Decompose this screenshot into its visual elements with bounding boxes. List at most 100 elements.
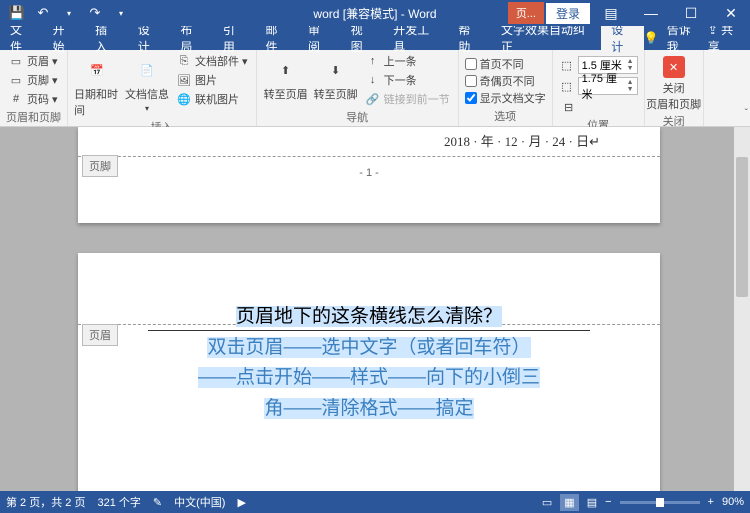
ribbon-display-icon[interactable]: ▤ <box>592 0 630 26</box>
group-insert: 📅日期和时间 📄文档信息▾ ⎘文档部件 ▾ 🖼图片 🌐联机图片 插入 <box>68 50 257 126</box>
read-mode-icon[interactable]: ▭ <box>542 496 552 509</box>
zoom-in-button[interactable]: + <box>708 496 714 508</box>
contextual-tab-header: 页... <box>508 2 544 24</box>
print-layout-icon[interactable]: ▦ <box>560 494 578 511</box>
header-margin-icon: ⬚ <box>559 57 575 73</box>
goto-footer-button[interactable]: ⬇转至页脚 <box>313 52 359 102</box>
group-label: 选项 <box>465 107 546 126</box>
tab-design[interactable]: 设计 <box>128 26 171 50</box>
titlebar: 💾 ↶ ▾ ↷ ▾ word [兼容模式] - Word 页... 登录 ▤ —… <box>0 0 750 26</box>
page-1: 2018 · 年 · 12 · 月 · 24 · 日↵ 页脚 - 1 - <box>78 127 660 223</box>
tab-layout[interactable]: 布局 <box>170 26 213 50</box>
docparts-icon: ⎘ <box>176 53 192 69</box>
statusbar: 第 2 页，共 2 页 321 个字 ✎ 中文(中国) ▶ ▭ ▦ ▤ − + … <box>0 491 750 513</box>
undo-dropdown-icon[interactable]: ▾ <box>58 2 80 24</box>
save-icon[interactable]: 💾 <box>6 2 28 24</box>
tab-texteffect[interactable]: 文字效果自动纠正 <box>491 26 601 50</box>
page-indicator[interactable]: 第 2 页，共 2 页 <box>6 494 85 510</box>
page-number-text[interactable]: - 1 - <box>78 157 660 189</box>
footer-margin-icon: ⬚ <box>559 78 575 94</box>
close-x-icon: ✕ <box>663 56 685 78</box>
page-2: 页眉地下的这条横线怎么清除？ 页眉 双击页眉——选中文字（或者回车符） ——点击… <box>78 253 660 491</box>
previous-button[interactable]: ↑上一条 <box>363 52 452 70</box>
online-picture-icon: 🌐 <box>176 91 192 107</box>
footer-from-bottom-input[interactable]: ⬚ 1.75 厘米▲▼ <box>559 77 638 95</box>
online-pictures-button[interactable]: 🌐联机图片 <box>174 90 250 108</box>
maximize-icon[interactable]: ☐ <box>672 0 710 26</box>
ribbon-tabs: 文件 开始 插入 设计 布局 引用 邮件 审阅 视图 开发工具 帮助 文字效果自… <box>0 26 750 50</box>
group-label: 页眉和页脚 <box>6 108 61 127</box>
header-title-text[interactable]: 页眉地下的这条横线怎么清除？ <box>78 253 660 328</box>
show-doctext-checkbox[interactable]: 显示文档文字 <box>465 90 546 106</box>
footer-button[interactable]: ▭页脚 ▾ <box>6 71 60 89</box>
page-number-button[interactable]: #页码 ▾ <box>6 90 60 108</box>
redo-icon[interactable]: ↷ <box>84 2 106 24</box>
goto-header-icon: ⬆ <box>272 56 300 84</box>
header-tag: 页眉 <box>82 324 118 346</box>
zoom-level[interactable]: 90% <box>722 496 744 508</box>
header-date-text[interactable]: 2018 · 年 · 12 · 月 · 24 · 日↵ <box>78 127 660 150</box>
diff-oddeven-checkbox[interactable]: 奇偶页不同 <box>465 73 546 89</box>
goto-footer-icon: ⬇ <box>322 56 350 84</box>
close-icon[interactable]: ✕ <box>712 0 750 26</box>
group-header-footer: ▭页眉 ▾ ▭页脚 ▾ #页码 ▾ 页眉和页脚 <box>0 50 68 126</box>
tab-mailings[interactable]: 邮件 <box>255 26 298 50</box>
login-button[interactable]: 登录 <box>546 3 590 24</box>
picture-icon: 🖼 <box>176 72 192 88</box>
link-icon: 🔗 <box>365 91 381 107</box>
titlebar-right: 页... 登录 ▤ — ☐ ✕ <box>508 0 750 26</box>
next-button[interactable]: ↓下一条 <box>363 71 452 89</box>
tab-headerfooter-design[interactable]: 设计 <box>601 26 644 50</box>
group-navigation: ⬆转至页眉 ⬇转至页脚 ↑上一条 ↓下一条 🔗链接到前一节 导航 <box>257 50 459 126</box>
tab-file[interactable]: 文件 <box>0 26 43 50</box>
group-position: ⬚ 1.5 厘米▲▼ ⬚ 1.75 厘米▲▼ ⊟ 位置 <box>553 50 645 126</box>
docparts-button[interactable]: ⎘文档部件 ▾ <box>174 52 250 70</box>
prev-icon: ↑ <box>365 53 381 69</box>
zoom-out-button[interactable]: − <box>605 496 611 508</box>
docinfo-icon: 📄 <box>133 56 161 84</box>
link-previous-button[interactable]: 🔗链接到前一节 <box>363 90 452 108</box>
align-tab-button[interactable]: ⊟ <box>559 98 638 116</box>
tab-developer[interactable]: 开发工具 <box>383 26 448 50</box>
diff-first-checkbox[interactable]: 首页不同 <box>465 56 546 72</box>
word-count[interactable]: 321 个字 <box>97 494 140 510</box>
share-button[interactable]: ⇪ 共享 <box>708 21 742 55</box>
header-icon: ▭ <box>8 53 24 69</box>
tab-view[interactable]: 视图 <box>341 26 384 50</box>
zoom-slider[interactable] <box>620 501 700 504</box>
qat-customize-icon[interactable]: ▾ <box>110 2 132 24</box>
tab-help[interactable]: 帮助 <box>448 26 491 50</box>
spellcheck-icon[interactable]: ✎ <box>153 496 162 509</box>
group-options: 首页不同 奇偶页不同 显示文档文字 选项 <box>459 50 553 126</box>
web-layout-icon[interactable]: ▤ <box>587 496 597 509</box>
tab-references[interactable]: 引用 <box>213 26 256 50</box>
header-underline <box>148 330 590 331</box>
language-indicator[interactable]: 中文(中国) <box>174 494 225 510</box>
minimize-icon[interactable]: — <box>632 0 670 26</box>
goto-header-button[interactable]: ⬆转至页眉 <box>263 52 309 102</box>
body-text[interactable]: 双击页眉——选中文字（或者回车符） ——点击开始——样式——向下的小倒三 角——… <box>78 325 660 432</box>
tellme-icon: 💡 <box>644 31 659 45</box>
macro-icon[interactable]: ▶ <box>237 496 245 509</box>
scroll-thumb[interactable] <box>736 157 748 297</box>
undo-icon[interactable]: ↶ <box>32 2 54 24</box>
close-header-footer-button[interactable]: ✕ 关闭 页眉和页脚 <box>651 52 697 112</box>
quick-access-toolbar: 💾 ↶ ▾ ↷ ▾ <box>0 2 132 24</box>
pictures-button[interactable]: 🖼图片 <box>174 71 250 89</box>
collapse-ribbon-icon[interactable]: ˇ <box>745 108 748 119</box>
tab-insert[interactable]: 插入 <box>85 26 128 50</box>
footer-icon: ▭ <box>8 72 24 88</box>
vertical-scrollbar[interactable] <box>734 127 750 491</box>
datetime-button[interactable]: 📅日期和时间 <box>74 52 120 118</box>
align-tab-icon: ⊟ <box>561 99 577 115</box>
tab-review[interactable]: 审阅 <box>298 26 341 50</box>
group-close: ✕ 关闭 页眉和页脚 关闭 <box>645 50 704 126</box>
document-area[interactable]: 2018 · 年 · 12 · 月 · 24 · 日↵ 页脚 - 1 - 页眉地… <box>0 127 750 491</box>
tab-home[interactable]: 开始 <box>43 26 86 50</box>
next-icon: ↓ <box>365 72 381 88</box>
page-number-icon: # <box>8 91 24 107</box>
header-button[interactable]: ▭页眉 ▾ <box>6 52 60 70</box>
group-label: 导航 <box>263 108 452 127</box>
calendar-icon: 📅 <box>83 56 111 84</box>
docinfo-button[interactable]: 📄文档信息▾ <box>124 52 170 113</box>
